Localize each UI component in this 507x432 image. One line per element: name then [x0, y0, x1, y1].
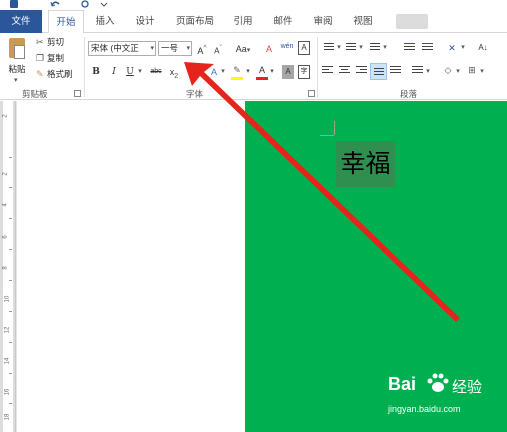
baidu-jingyan-text: 经验 [452, 379, 483, 396]
paw-icon [427, 373, 449, 392]
baidu-jingyan-watermark: Bai 经验 jingyan.baidu.com [388, 373, 503, 426]
watermark-url: jingyan.baidu.com [388, 404, 461, 414]
baidu-logo-text: Bai [388, 374, 417, 394]
annotation-arrow [184, 62, 460, 322]
